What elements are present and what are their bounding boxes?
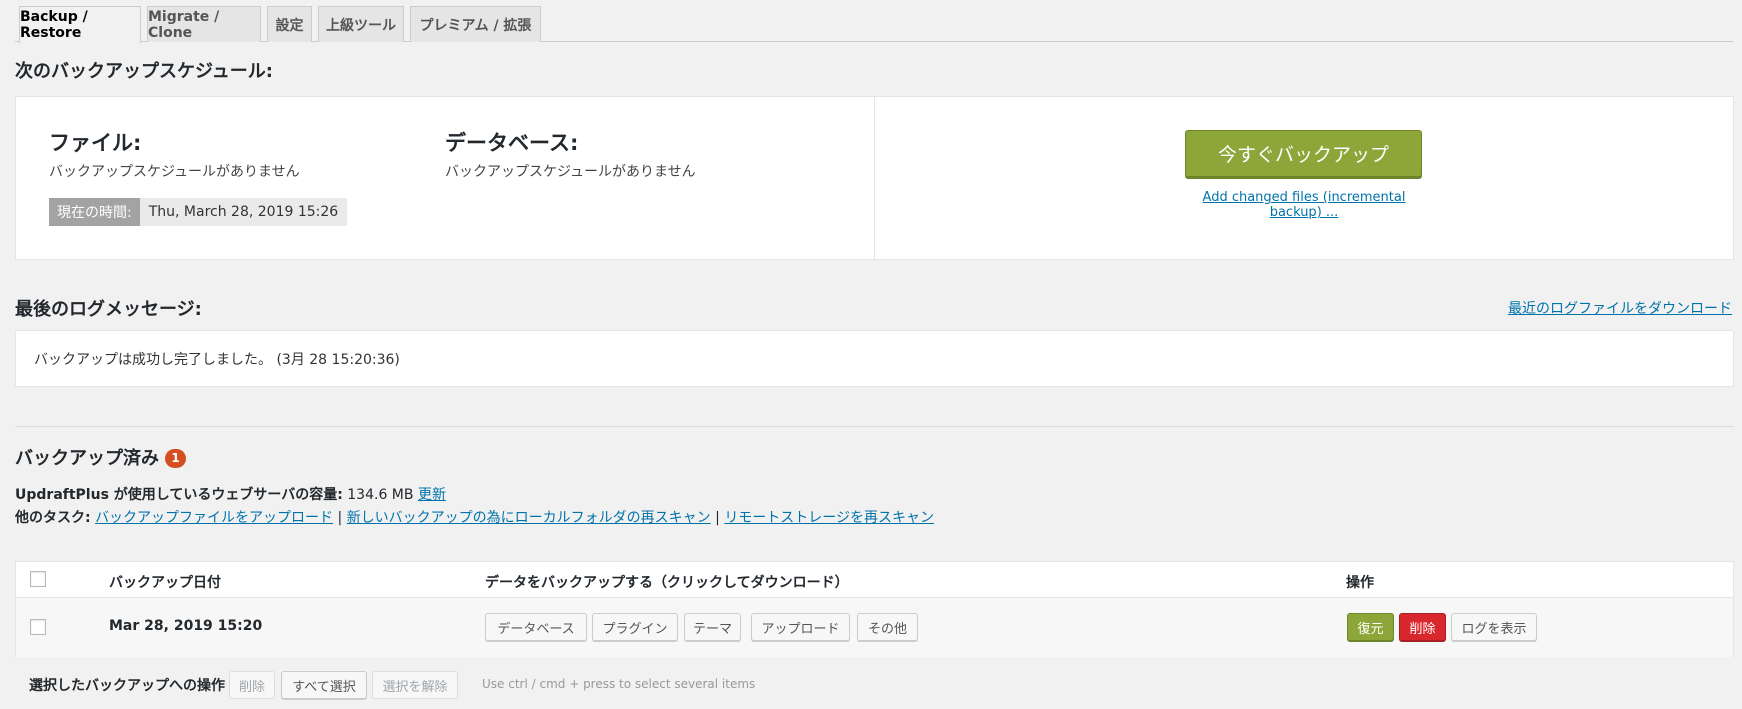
existing-backups-title: バックアップ済み 1 [15, 444, 186, 470]
database-schedule: データベース: バックアップスケジュールがありません [445, 127, 696, 181]
tab-advanced-tools[interactable]: 上級ツール [318, 6, 404, 42]
deselect-button[interactable]: 選択を解除 [372, 671, 458, 699]
download-plugins-button[interactable]: プラグイン [592, 613, 678, 641]
current-time-label: 現在の時間: [49, 198, 140, 226]
files-schedule-text: バックアップスケジュールがありません [49, 164, 300, 180]
current-time-value: Thu, March 28, 2019 15:26 [139, 198, 348, 226]
disk-usage-value: 134.6 MB [342, 487, 418, 503]
tab-premium-extensions[interactable]: プレミアム / 拡張 [410, 6, 541, 42]
files-schedule: ファイル: バックアップスケジュールがありません [49, 127, 300, 181]
other-tasks-label: 他のタスク: [15, 510, 91, 526]
download-others-button[interactable]: その他 [857, 613, 918, 641]
tab-backup-restore[interactable]: Backup / Restore [19, 6, 141, 43]
incremental-backup-link[interactable]: Add changed files (incremental backup) .… [1176, 190, 1432, 220]
task-separator: | [710, 510, 725, 526]
database-schedule-text: バックアップスケジュールがありません [445, 164, 696, 180]
schedule-title: 次のバックアップスケジュール: [15, 61, 273, 82]
table-row[interactable]: Mar 28, 2019 15:20 データベース プラグイン テーマ アップロ… [16, 598, 1733, 657]
table-header: バックアップ日付 データをバックアップする（クリックしてダウンロード） 操作 [16, 562, 1733, 598]
download-themes-button[interactable]: テーマ [684, 613, 741, 641]
column-header-date: バックアップ日付 [109, 575, 221, 591]
panel-divider [874, 97, 875, 259]
delete-button[interactable]: 削除 [1399, 613, 1446, 641]
backup-count-badge: 1 [165, 448, 186, 468]
divider [15, 426, 1734, 427]
log-message: バックアップは成功し完了しました。 (3月 28 15:20:36) [34, 351, 400, 368]
rescan-remote-link[interactable]: リモートストレージを再スキャン [724, 510, 934, 526]
restore-button[interactable]: 復元 [1347, 613, 1394, 641]
task-separator: | [333, 510, 347, 526]
files-heading: ファイル: [49, 131, 142, 155]
disk-usage-line: UpdraftPlus が使用しているウェブサーバの容量: 134.6 MB 更… [15, 484, 446, 504]
column-header-actions: 操作 [1346, 575, 1374, 591]
download-log-link[interactable]: 最近のログファイルをダウンロード [1508, 298, 1732, 318]
schedule-panel: ファイル: バックアップスケジュールがありません データベース: バックアップス… [15, 96, 1734, 260]
refresh-usage-link[interactable]: 更新 [418, 487, 446, 503]
log-message-box: バックアップは成功し完了しました。 (3月 28 15:20:36) [15, 330, 1734, 387]
column-header-data: データをバックアップする（クリックしてダウンロード） [485, 575, 849, 591]
database-heading: データベース: [445, 131, 579, 155]
download-database-button[interactable]: データベース [485, 613, 587, 641]
existing-backups-label: バックアップ済み [15, 448, 159, 469]
backup-now-button[interactable]: 今すぐバックアップ [1185, 130, 1422, 177]
upload-backup-files-link[interactable]: バックアップファイルをアップロード [95, 510, 333, 526]
select-all-checkbox[interactable] [30, 571, 46, 587]
download-uploads-button[interactable]: アップロード [751, 613, 850, 641]
backups-table: バックアップ日付 データをバックアップする（クリックしてダウンロード） 操作 M… [15, 561, 1734, 657]
other-tasks-line: 他のタスク: バックアップファイルをアップロード | 新しいバックアップの為にロ… [15, 507, 934, 527]
log-title: 最後のログメッセージ: [15, 299, 202, 320]
bulk-delete-button[interactable]: 削除 [229, 671, 275, 699]
row-checkbox[interactable] [30, 619, 46, 635]
backup-date: Mar 28, 2019 15:20 [109, 618, 263, 634]
nav-tabs: Backup / Restore Migrate / Clone 設定 上級ツー… [15, 6, 1733, 43]
rescan-local-link[interactable]: 新しいバックアップの為にローカルフォルダの再スキャン [347, 510, 711, 526]
tab-migrate-clone[interactable]: Migrate / Clone [147, 6, 261, 42]
view-log-button[interactable]: ログを表示 [1451, 613, 1537, 641]
selection-hint: Use ctrl / cmd + press to select several… [482, 677, 756, 691]
disk-usage-label: UpdraftPlus が使用しているウェブサーバの容量: [15, 487, 343, 503]
select-all-button[interactable]: すべて選択 [281, 671, 367, 699]
bulk-actions-label: 選択したバックアップへの操作 [29, 678, 225, 694]
tab-settings[interactable]: 設定 [267, 6, 312, 42]
current-time: 現在の時間: Thu, March 28, 2019 15:26 [49, 198, 348, 226]
